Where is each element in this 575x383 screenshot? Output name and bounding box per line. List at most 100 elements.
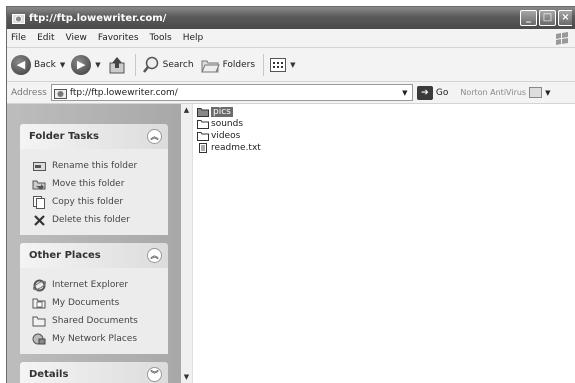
my-network-places-label: My Network Places [52,334,138,344]
copy-icon [32,195,46,209]
file-item-videos[interactable]: videos [197,130,261,142]
folder-tasks-title: Folder Tasks [29,131,99,142]
rename-icon [32,159,46,173]
windows-logo-icon [554,31,570,46]
rename-folder-label: Rename this folder [52,161,138,171]
my-documents-icon [32,296,46,310]
folder-icon [197,108,209,117]
standard-toolbar: ◀ Back ▼ ▶ ▼ Search Folders ▼ [7,48,575,82]
up-folder-icon [109,56,125,73]
other-places-panel: Other Places ︽ Internet Explorer My Docu… [20,243,168,354]
folders-label: Folders [222,59,256,70]
up-button[interactable] [107,55,127,75]
file-list-pane: ▲ ▼ pics sounds videos readme.txt [181,104,575,383]
folder-tasks-header[interactable]: Folder Tasks ︽ [20,124,168,149]
file-item-pics[interactable]: pics [197,106,261,118]
address-dropdown-icon[interactable]: ▼ [398,85,412,100]
my-network-places-link[interactable]: My Network Places [32,330,168,348]
details-panel: Details ︾ [20,362,168,383]
views-dropdown-icon[interactable]: ▼ [290,61,295,69]
file-name: readme.txt [211,143,261,153]
forward-arrow-icon: ▶ [71,54,92,75]
file-list: pics sounds videos readme.txt [197,106,261,154]
toolbar-separator [134,53,136,76]
menu-tools[interactable]: Tools [150,33,172,43]
scroll-up-arrow[interactable]: ▲ [181,104,192,116]
my-documents-link[interactable]: My Documents [32,294,168,312]
internet-explorer-link[interactable]: Internet Explorer [32,276,168,294]
details-header[interactable]: Details ︾ [20,362,168,383]
go-button[interactable]: ➔ Go [416,85,449,100]
address-input[interactable]: ftp://ftp.lowewriter.com/ ▼ [50,84,413,101]
folder-icon [197,132,209,141]
menu-file[interactable]: File [11,33,26,43]
menu-bar: File Edit View Favorites Tools Help [7,29,575,48]
explorer-window: ftp://ftp.lowewriter.com/ _ □ × File Edi… [6,6,575,383]
norton-icon[interactable] [529,87,543,98]
file-name: videos [211,131,241,141]
delete-folder-label: Delete this folder [52,215,130,225]
search-label: Search [162,59,194,70]
internet-explorer-icon [32,278,46,292]
folder-icon [197,120,209,129]
search-icon [142,56,158,73]
other-places-header[interactable]: Other Places ︽ [20,243,168,268]
file-item-sounds[interactable]: sounds [197,118,261,130]
copy-folder-link[interactable]: Copy this folder [32,193,168,211]
internet-explorer-label: Internet Explorer [52,280,129,290]
back-label: Back [34,59,56,70]
task-pane: Folder Tasks ︽ Rename this folder Move t… [7,104,181,383]
toolbar-separator [263,53,265,76]
rename-folder-link[interactable]: Rename this folder [32,157,168,175]
ftp-folder-icon [12,12,25,24]
scroll-down-arrow[interactable]: ▼ [181,371,192,383]
copy-folder-label: Copy this folder [52,197,124,207]
search-button[interactable]: Search [142,56,194,74]
address-value: ftp://ftp.lowewriter.com/ [69,87,178,98]
details-title: Details [29,369,69,380]
folders-icon [200,60,220,72]
move-folder-link[interactable]: Move this folder [32,175,168,193]
menu-view[interactable]: View [66,33,87,43]
menu-help[interactable]: Help [183,33,204,43]
collapse-chevron-icon[interactable]: ︽ [147,129,162,144]
address-label: Address [11,87,47,98]
shared-documents-link[interactable]: Shared Documents [32,312,168,330]
norton-dropdown-icon[interactable]: ▼ [545,89,550,97]
delete-x-icon [32,213,46,227]
back-button[interactable]: ◀ Back ▼ [11,54,65,75]
menu-edit[interactable]: Edit [37,33,54,43]
shared-documents-label: Shared Documents [52,316,138,326]
title-bar[interactable]: ftp://ftp.lowewriter.com/ _ □ × [7,7,575,29]
other-places-title: Other Places [29,250,101,261]
expand-chevron-icon[interactable]: ︾ [147,367,162,382]
views-button[interactable]: ▼ [270,57,295,72]
maximize-button[interactable]: □ [539,10,556,26]
menu-favorites[interactable]: Favorites [98,33,139,43]
window-title: ftp://ftp.lowewriter.com/ [29,12,167,24]
folders-button[interactable]: Folders [200,57,256,73]
file-item-readme[interactable]: readme.txt [197,142,261,154]
delete-folder-link[interactable]: Delete this folder [32,211,168,229]
norton-antivirus-label[interactable]: Norton AntiVirus [460,88,526,97]
network-places-icon [32,332,46,346]
ftp-folder-icon [53,88,67,99]
back-dropdown-icon[interactable]: ▼ [60,61,65,69]
forward-button[interactable]: ▶ ▼ [71,54,101,75]
my-documents-label: My Documents [52,298,120,308]
file-name: sounds [211,119,244,129]
address-bar: Address ftp://ftp.lowewriter.com/ ▼ ➔ Go… [7,82,575,104]
file-name: pics [211,107,233,117]
vertical-scrollbar[interactable]: ▲ ▼ [181,104,193,383]
minimize-button[interactable]: _ [520,10,537,26]
move-icon [32,177,46,191]
move-folder-label: Move this folder [52,179,125,189]
close-button[interactable]: × [558,10,572,26]
forward-dropdown-icon[interactable]: ▼ [95,61,100,69]
go-arrow-icon: ➔ [416,85,433,100]
collapse-chevron-icon[interactable]: ︽ [147,248,162,263]
shared-documents-icon [32,314,46,328]
go-label: Go [435,87,449,98]
views-icon [270,57,287,72]
text-file-icon [199,143,207,153]
